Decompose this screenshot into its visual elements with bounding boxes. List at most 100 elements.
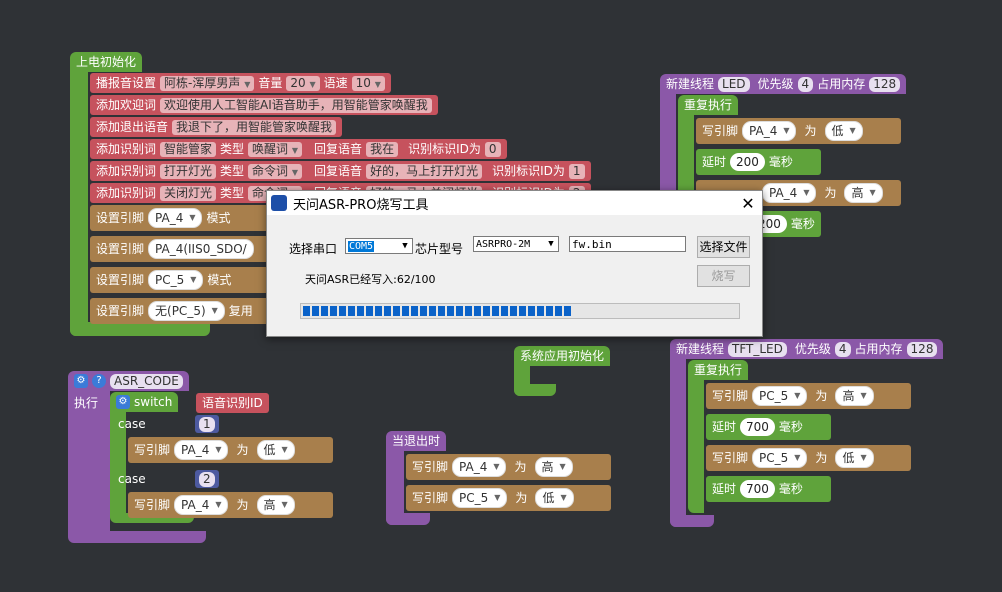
write-pin-row-2[interactable]: 写引脚 PC_5 ▼ 为 低 ▼ <box>406 485 611 511</box>
level-dropdown[interactable]: 低 ▼ <box>535 488 574 508</box>
pin-dropdown[interactable]: PC_5 ▼ <box>148 270 204 290</box>
delay-row[interactable]: 延时 700 毫秒 <box>706 414 831 440</box>
id-field[interactable]: 0 <box>484 141 501 157</box>
priority-field[interactable]: 4 <box>797 76 814 92</box>
exit-voice-row[interactable]: 添加退出语音 我退下了，用智能管家唤醒我 <box>90 117 343 137</box>
pin-dropdown[interactable]: PA_4 ▼ <box>174 495 229 515</box>
set-pin-row-2[interactable]: 设置引脚 PA_4(IIS0_SDO/ <box>90 236 290 262</box>
sys-init-block[interactable]: 系统应用初始化 <box>514 346 619 396</box>
gear-icon[interactable]: ⚙ <box>116 395 130 409</box>
voice-dropdown[interactable]: 阿栋-浑厚男声 ▼ <box>160 75 255 91</box>
reply-field[interactable]: 我在 <box>366 141 399 157</box>
case-value[interactable]: 1 <box>195 415 219 433</box>
level-dropdown[interactable]: 高 ▼ <box>534 457 573 477</box>
dialog-title-bar[interactable]: 天问ASR-PRO烧写工具 ✕ <box>267 191 762 215</box>
memory-field[interactable]: 128 <box>869 76 901 92</box>
switch-arg[interactable]: 语音识别ID <box>196 393 269 413</box>
exec-label: 执行 <box>74 396 99 410</box>
thread-led-hat[interactable]: 新建线程 LED 优先级 4 占用内存 128 <box>660 74 907 94</box>
pin-dropdown[interactable]: PA_4 ▼ <box>148 208 203 228</box>
write-pin-row[interactable]: 写引脚 PA_4 ▼ 为 高 ▼ <box>406 454 611 480</box>
set-pin-row-1[interactable]: 设置引脚 PA_4 ▼ 模式 <box>90 205 290 231</box>
volume-dropdown[interactable]: 20 ▼ <box>286 75 320 91</box>
repeat-block[interactable]: 重复执行 <box>678 95 739 115</box>
delay-value-field[interactable]: 200 <box>730 153 765 171</box>
pin-dropdown[interactable]: PA_4 ▼ <box>762 183 817 203</box>
type-dropdown[interactable]: 命令词 ▼ <box>248 163 303 179</box>
chip-select[interactable]: ASRPRO-2M ▼ <box>473 236 559 252</box>
repeat-spine <box>688 375 704 513</box>
word-field[interactable]: 打开灯光 <box>160 163 217 179</box>
level-dropdown[interactable]: 高 ▼ <box>256 495 295 515</box>
level-dropdown[interactable]: 低 ▼ <box>824 121 863 141</box>
type-dropdown[interactable]: 唤醒词 ▼ <box>248 141 303 157</box>
thread-name-field[interactable]: TFT_LED <box>728 341 787 357</box>
select-file-button[interactable]: 选择文件 <box>697 236 750 258</box>
speed-dropdown[interactable]: 10 ▼ <box>351 75 385 91</box>
memory-field[interactable]: 128 <box>906 341 938 357</box>
exit-hat[interactable]: 当退出时 <box>386 431 447 451</box>
burn-tool-dialog[interactable]: 天问ASR-PRO烧写工具 ✕ 选择串口 COM5 ▼ 芯片型号 ASRPRO-… <box>266 190 763 337</box>
priority-field[interactable]: 4 <box>834 341 851 357</box>
write-pin-row-2[interactable]: 写引脚 PA_4 ▼ 为 高 ▼ <box>128 492 333 518</box>
exit-voice-text-field[interactable]: 我退下了，用智能管家唤醒我 <box>172 119 337 135</box>
welcome-text-field[interactable]: 欢迎使用人工智能AI语音助手，用智能管家唤醒我 <box>160 97 432 113</box>
switch-block[interactable]: ⚙ switch <box>110 392 179 412</box>
asr-code-block[interactable]: ⚙ ? ASR_CODE 执行 ⚙ switch 语音识别ID case 1 写… <box>68 371 338 543</box>
sys-init-hat[interactable]: 系统应用初始化 <box>514 346 611 366</box>
help-icon[interactable]: ? <box>92 374 106 388</box>
level-dropdown[interactable]: 高 ▼ <box>844 183 883 203</box>
thread-tft-hat[interactable]: 新建线程 TFT_LED 优先级 4 占用内存 128 <box>670 339 944 359</box>
pin-dropdown[interactable]: PC_5 ▼ <box>452 488 508 508</box>
close-icon[interactable]: ✕ <box>734 194 762 213</box>
gear-icon[interactable]: ⚙ <box>74 374 88 388</box>
exit-block[interactable]: 当退出时 写引脚 PA_4 ▼ 为 高 ▼ 写引脚 PC_5 ▼ 为 低 ▼ <box>386 431 616 526</box>
function-name-field[interactable]: ASR_CODE <box>110 373 183 389</box>
case-label: case <box>118 472 146 486</box>
set-pin-row-4[interactable]: 设置引脚 无(PC_5) ▼ 复用 <box>90 298 290 324</box>
asr-hat[interactable]: ⚙ ? ASR_CODE <box>68 371 189 391</box>
port-select[interactable]: COM5 ▼ <box>345 238 413 254</box>
write-pin-row[interactable]: 写引脚 PC_5 ▼ 为 高 ▼ <box>706 383 911 409</box>
delay-row-2[interactable]: 延时 700 毫秒 <box>706 476 831 502</box>
unit-label: 毫秒 <box>790 217 815 231</box>
file-path-input[interactable]: fw.bin <box>569 236 686 252</box>
thread-name-field[interactable]: LED <box>718 76 750 92</box>
write-pin-row-2[interactable]: 写引脚 PC_5 ▼ 为 低 ▼ <box>706 445 911 471</box>
write-pin-row[interactable]: 写引脚 PA_4 ▼ 为 低 ▼ <box>696 118 901 144</box>
progress-chunk <box>366 306 373 316</box>
priority-label: 优先级 <box>794 342 831 356</box>
command-row-on[interactable]: 添加识别词 打开灯光 类型 命令词 ▼ 回复语音 好的，马上打开灯光 识别标识I… <box>90 161 591 181</box>
pin-dropdown[interactable]: 无(PC_5) ▼ <box>148 301 225 321</box>
pin-dropdown[interactable]: PC_5 ▼ <box>752 386 808 406</box>
welcome-row[interactable]: 添加欢迎词 欢迎使用人工智能AI语音助手，用智能管家唤醒我 <box>90 95 438 115</box>
level-dropdown[interactable]: 高 ▼ <box>835 386 874 406</box>
word-field[interactable]: 智能管家 <box>160 141 217 157</box>
level-dropdown[interactable]: 低 ▼ <box>835 448 874 468</box>
unit-label: 毫秒 <box>778 482 803 496</box>
case-value[interactable]: 2 <box>195 470 219 488</box>
pin-dropdown[interactable]: PA_4 ▼ <box>742 121 797 141</box>
delay-value-field[interactable]: 700 <box>740 418 775 436</box>
burn-button[interactable]: 烧写 <box>697 265 750 287</box>
exit-footer <box>386 513 430 525</box>
progress-chunk <box>375 306 382 316</box>
pin-dropdown[interactable]: PA_4 ▼ <box>452 457 507 477</box>
delay-row[interactable]: 延时 200 毫秒 <box>696 149 821 175</box>
id-field[interactable]: 1 <box>568 163 585 179</box>
reply-field[interactable]: 好的，马上打开灯光 <box>366 163 483 179</box>
pin-dropdown[interactable]: PC_5 ▼ <box>752 448 808 468</box>
thread-tft-block[interactable]: 新建线程 TFT_LED 优先级 4 占用内存 128 重复执行 写引脚 PC_… <box>670 339 950 529</box>
set-pin-row-3[interactable]: 设置引脚 PC_5 ▼ 模式 <box>90 267 290 293</box>
asr-footer <box>68 531 206 543</box>
pin-dropdown[interactable]: PA_4(IIS0_SDO/ <box>148 239 254 259</box>
init-block-hat[interactable]: 上电初始化 <box>70 52 143 72</box>
write-pin-row[interactable]: 写引脚 PA_4 ▼ 为 低 ▼ <box>128 437 333 463</box>
pin-dropdown[interactable]: PA_4 ▼ <box>174 440 229 460</box>
wake-word-row[interactable]: 添加识别词 智能管家 类型 唤醒词 ▼ 回复语音 我在 识别标识ID为 0 <box>90 139 507 159</box>
level-dropdown[interactable]: 低 ▼ <box>256 440 295 460</box>
word-field[interactable]: 关闭灯光 <box>160 185 217 201</box>
delay-value-field[interactable]: 700 <box>740 480 775 498</box>
repeat-block[interactable]: 重复执行 <box>688 360 749 380</box>
tts-row[interactable]: 播报音设置 阿栋-浑厚男声 ▼ 音量 20 ▼ 语速 10 ▼ <box>90 73 391 93</box>
